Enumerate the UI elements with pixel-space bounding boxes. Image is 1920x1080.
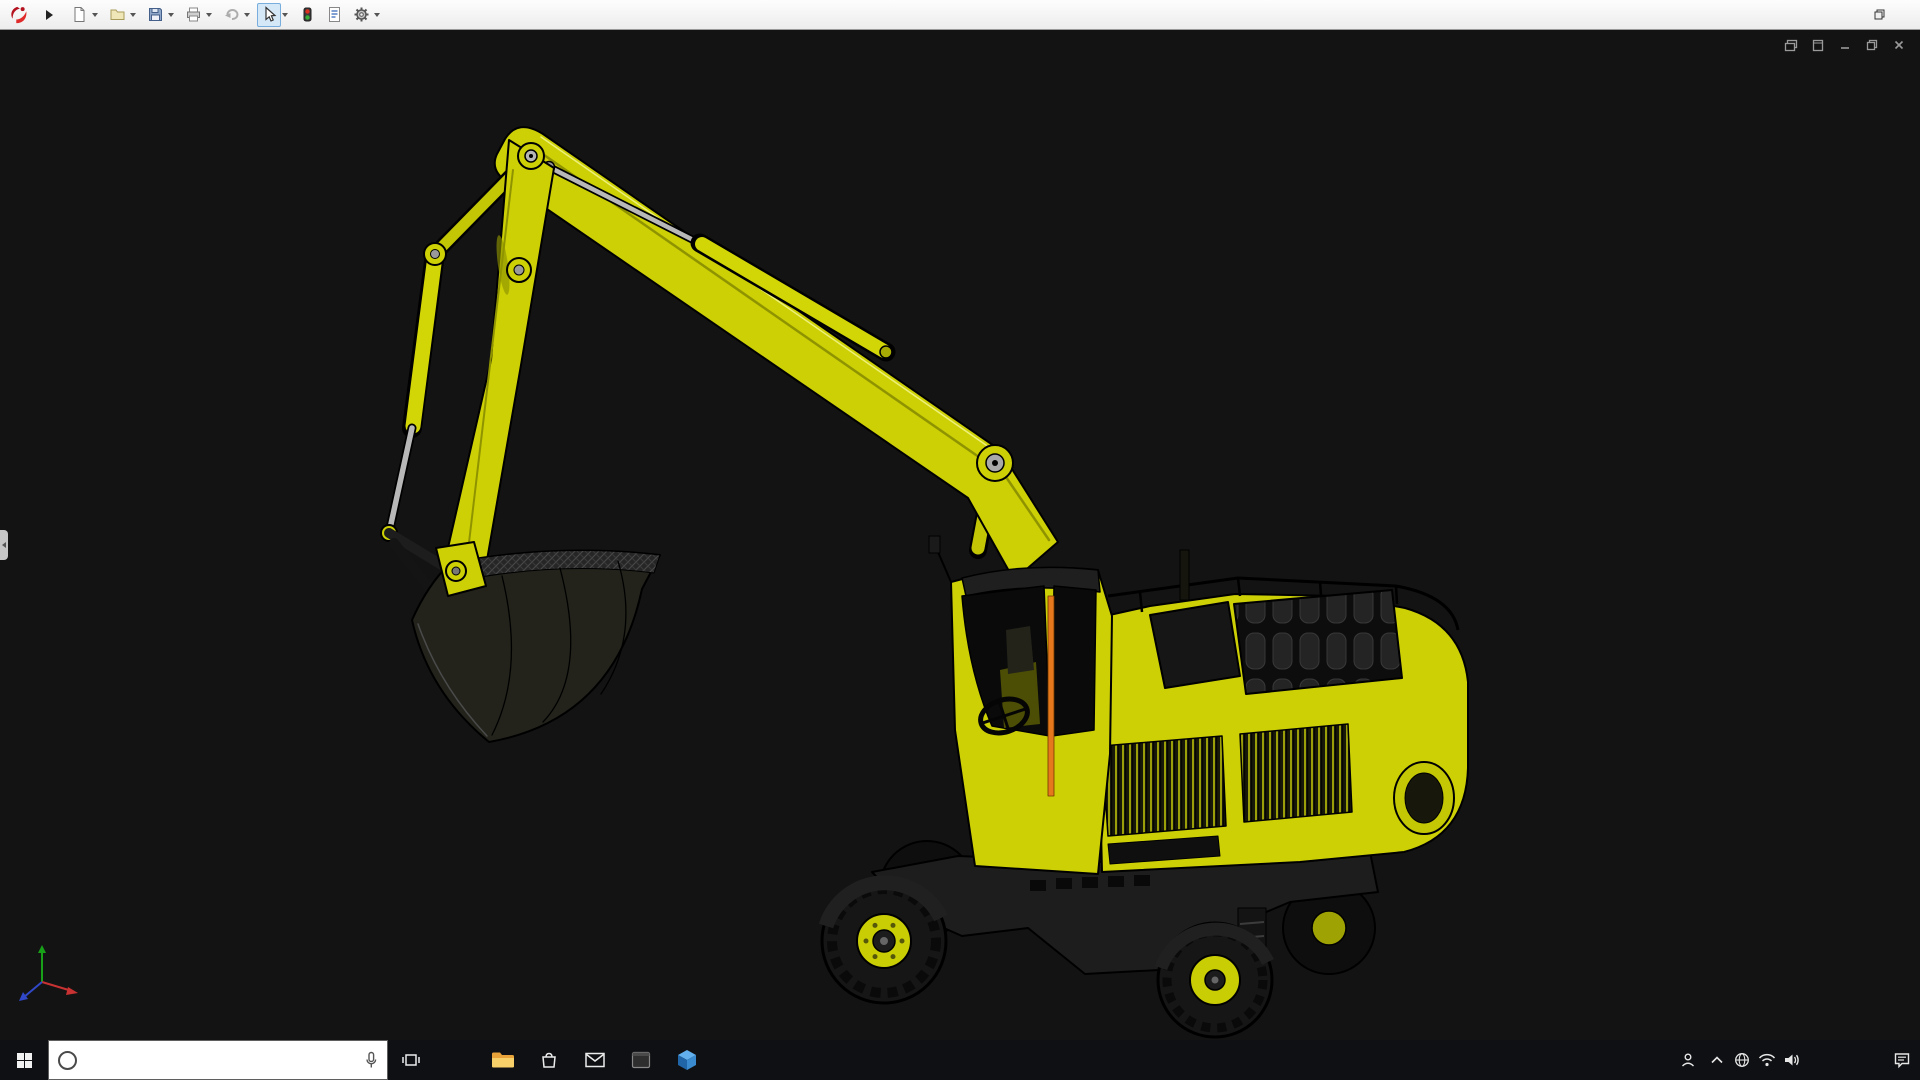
menu-bar — [0, 0, 1920, 30]
system-tray — [1672, 1040, 1920, 1080]
minimize-icon — [1839, 39, 1851, 51]
select-arrow-button[interactable] — [257, 3, 281, 27]
file-properties-icon — [326, 6, 343, 23]
volume-button[interactable] — [1779, 1040, 1804, 1080]
gear-icon — [353, 6, 370, 23]
speaker-icon — [1783, 1052, 1801, 1068]
file-properties-group — [322, 3, 346, 27]
new-document-icon — [71, 6, 88, 23]
dropdown-caret-icon[interactable] — [92, 13, 98, 17]
save-button[interactable] — [143, 3, 167, 27]
action-center-button[interactable] — [1884, 1040, 1920, 1080]
rebuild-group — [295, 3, 319, 27]
clock[interactable] — [1804, 1040, 1884, 1080]
dropdown-caret-icon[interactable] — [130, 13, 136, 17]
orientation-triad — [19, 945, 78, 1001]
document-title — [530, 0, 1790, 30]
quick-access-toolbar — [67, 3, 387, 27]
rebuild-button[interactable] — [295, 3, 319, 27]
open-document-button[interactable] — [105, 3, 129, 27]
file-explorer-button[interactable] — [480, 1040, 526, 1080]
rebuild-stoplight-icon — [299, 6, 316, 23]
task-view-icon — [401, 1050, 421, 1070]
dropdown-caret-icon[interactable] — [206, 13, 212, 17]
edrawings-button[interactable] — [664, 1040, 710, 1080]
open-folder-icon — [109, 6, 126, 23]
taskbar — [0, 1040, 1920, 1080]
minimize-doc-button[interactable] — [1836, 37, 1854, 53]
wifi-button[interactable] — [1754, 1040, 1779, 1080]
mail-button[interactable] — [572, 1040, 618, 1080]
dropdown-caret-icon[interactable] — [244, 13, 250, 17]
ds-swirl-icon — [8, 5, 30, 25]
close-icon — [1893, 39, 1905, 51]
task-view-button[interactable] — [388, 1040, 434, 1080]
digger-model — [0, 30, 1920, 1040]
dropdown-caret-icon[interactable] — [168, 13, 174, 17]
globe-icon — [1734, 1052, 1750, 1068]
chevron-up-icon — [1710, 1055, 1724, 1065]
microphone-icon[interactable] — [364, 1051, 378, 1069]
undo-group — [219, 3, 254, 27]
action-center-icon — [1893, 1051, 1911, 1069]
windows-logo-icon — [16, 1052, 33, 1069]
new-document-button[interactable] — [67, 3, 91, 27]
help-button[interactable] — [1812, 0, 1839, 30]
network-button[interactable] — [1729, 1040, 1754, 1080]
new-window-button[interactable] — [1782, 37, 1800, 53]
open-document-group — [105, 3, 140, 27]
document-window-controls — [1782, 37, 1908, 53]
undo-button[interactable] — [219, 3, 243, 27]
save-floppy-icon — [147, 6, 164, 23]
shopping-bag-icon — [539, 1050, 559, 1070]
close-button[interactable] — [1893, 0, 1920, 30]
hidden-icons-button[interactable] — [1704, 1040, 1729, 1080]
cascade-windows-icon — [1784, 39, 1798, 52]
window-controls — [1812, 0, 1920, 30]
dropdown-caret-icon[interactable] — [374, 13, 380, 17]
restore-icon — [1866, 39, 1878, 51]
minimize-button[interactable] — [1839, 0, 1866, 30]
print-button[interactable] — [181, 3, 205, 27]
window-pane-icon — [1812, 39, 1824, 52]
solidworks-2017-button[interactable] — [710, 1040, 756, 1080]
undo-arrow-icon — [223, 6, 240, 23]
envelope-icon — [585, 1052, 605, 1068]
close-doc-button[interactable] — [1890, 37, 1908, 53]
start-button[interactable] — [0, 1040, 48, 1080]
console-window-icon — [631, 1050, 651, 1070]
store-button[interactable] — [526, 1040, 572, 1080]
folder-icon — [491, 1050, 515, 1070]
menu-expand-arrow-icon[interactable] — [46, 10, 53, 20]
dropdown-caret-icon[interactable] — [282, 13, 288, 17]
graphics-area[interactable] — [0, 30, 1920, 1040]
show-window-button[interactable] — [1809, 37, 1827, 53]
options-group — [349, 3, 384, 27]
featuremanager-collapsed-tab[interactable] — [0, 530, 8, 560]
taskbar-search[interactable] — [48, 1040, 388, 1080]
wifi-icon — [1758, 1053, 1776, 1067]
restore-icon — [1874, 9, 1885, 20]
cortana-icon — [58, 1051, 77, 1070]
select-group — [257, 3, 292, 27]
options-button[interactable] — [349, 3, 373, 27]
select-cursor-icon — [261, 6, 278, 23]
print-group — [181, 3, 216, 27]
terminal-button[interactable] — [618, 1040, 664, 1080]
edge-button[interactable] — [434, 1040, 480, 1080]
save-group — [143, 3, 178, 27]
people-button[interactable] — [1672, 1040, 1704, 1080]
printer-icon — [185, 6, 202, 23]
solidworks-logo — [8, 5, 34, 25]
file-properties-button[interactable] — [322, 3, 346, 27]
blue-cube-icon — [677, 1049, 697, 1071]
people-icon — [1679, 1052, 1697, 1068]
restore-button[interactable] — [1866, 0, 1893, 30]
new-document-group — [67, 3, 102, 27]
restore-doc-button[interactable] — [1863, 37, 1881, 53]
chevron-left-icon — [2, 542, 6, 548]
search-input[interactable] — [85, 1052, 356, 1069]
